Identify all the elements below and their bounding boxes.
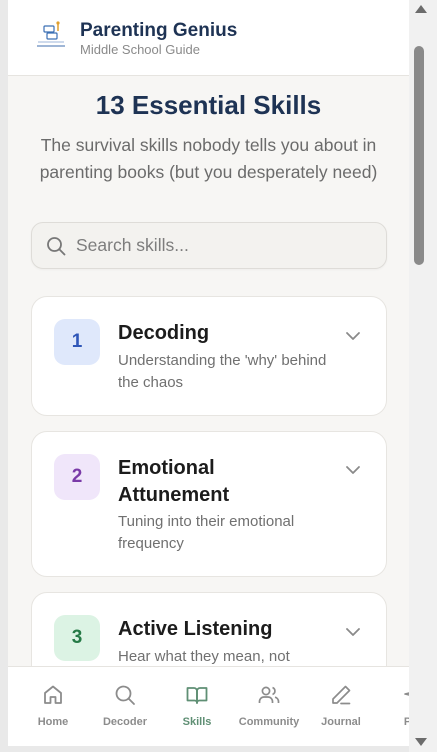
skill-title: Emotional Attunement bbox=[118, 457, 230, 506]
search-box[interactable] bbox=[31, 222, 387, 269]
search-icon bbox=[47, 237, 66, 256]
nav-decoder[interactable]: Decoder bbox=[89, 683, 161, 728]
skill-description: Tuning into their emotional frequency bbox=[118, 513, 295, 552]
skill-description: Understanding the 'why' behind the chaos bbox=[118, 352, 327, 391]
brand: Parenting Genius Middle School Guide bbox=[80, 19, 237, 57]
nav-label: Home bbox=[37, 716, 69, 728]
chevron-down-icon[interactable] bbox=[345, 331, 361, 341]
nav-community[interactable]: Community bbox=[233, 683, 305, 728]
app-frame: Parenting Genius Middle School Guide 13 … bbox=[8, 0, 409, 746]
app-header: Parenting Genius Middle School Guide bbox=[8, 0, 409, 76]
skill-description: Hear what they mean, not bbox=[118, 648, 290, 665]
users-icon bbox=[258, 686, 280, 703]
logo-icon bbox=[37, 21, 65, 47]
page-title: 13 Essential Skills bbox=[95, 90, 322, 120]
skill-number-badge: 1 bbox=[54, 319, 100, 365]
home-icon bbox=[44, 685, 62, 704]
nav-home[interactable]: Home bbox=[17, 683, 89, 728]
nav-label: Skills bbox=[182, 716, 212, 728]
search-input[interactable] bbox=[76, 223, 376, 268]
skill-title: Active Listening bbox=[118, 618, 273, 640]
bottom-nav: Home Decoder Skills Community Journal P bbox=[8, 666, 409, 746]
nav-label: Decoder bbox=[102, 716, 148, 728]
skill-number-badge: 3 bbox=[54, 615, 100, 661]
app-title: Parenting Genius bbox=[80, 20, 238, 41]
skill-title: Decoding bbox=[118, 322, 210, 344]
nav-pro[interactable]: Pro bbox=[377, 683, 409, 728]
nav-label: Journal bbox=[321, 716, 361, 728]
book-icon bbox=[186, 687, 208, 704]
chevron-down-icon[interactable] bbox=[345, 465, 361, 475]
scrollbar[interactable] bbox=[409, 0, 437, 752]
page-subtitle: The survival skills nobody tells you abo… bbox=[39, 135, 378, 182]
nav-journal[interactable]: Journal bbox=[305, 683, 377, 728]
skill-number-badge: 2 bbox=[54, 454, 100, 500]
scroll-up-arrow[interactable] bbox=[415, 5, 427, 13]
nav-skills[interactable]: Skills bbox=[161, 683, 233, 728]
nav-label: Community bbox=[238, 716, 300, 728]
app-subtitle: Middle School Guide bbox=[80, 42, 200, 57]
skill-card-decoding[interactable]: 1 Decoding Understanding the 'why' behin… bbox=[31, 296, 387, 416]
pen-icon bbox=[332, 685, 351, 705]
chevron-down-icon[interactable] bbox=[345, 627, 361, 637]
scroll-thumb[interactable] bbox=[414, 46, 424, 265]
scroll-down-arrow[interactable] bbox=[415, 738, 427, 746]
skill-card-emotional-attunement[interactable]: 2 Emotional Attunement Tuning into their… bbox=[31, 431, 387, 577]
search-icon bbox=[115, 685, 135, 705]
nav-label: Pro bbox=[403, 716, 409, 728]
sparkle-icon bbox=[404, 692, 409, 696]
